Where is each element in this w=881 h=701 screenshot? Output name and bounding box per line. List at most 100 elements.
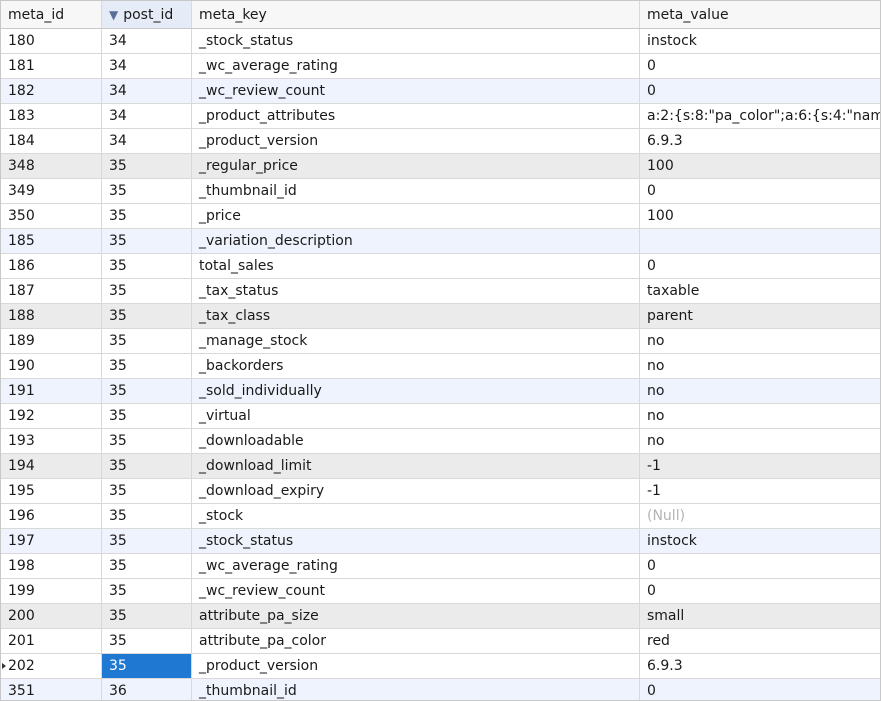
meta-value-cell[interactable]: 0 (640, 554, 880, 579)
meta-key-cell[interactable]: _thumbnail_id (192, 679, 640, 700)
column-header-post-id[interactable]: ▼ post_id (102, 1, 192, 28)
table-row[interactable]: 194 35 _download_limit -1 (1, 454, 880, 479)
post-id-cell[interactable]: 35 (102, 179, 192, 204)
post-id-cell[interactable]: 34 (102, 129, 192, 154)
meta-id-cell[interactable]: 349 (1, 179, 102, 204)
meta-key-cell[interactable]: _product_attributes (192, 104, 640, 129)
meta-key-cell[interactable]: _stock_status (192, 29, 640, 54)
meta-value-cell[interactable] (640, 229, 880, 254)
meta-key-cell[interactable]: _wc_average_rating (192, 54, 640, 79)
table-row[interactable]: 181 34 _wc_average_rating 0 (1, 54, 880, 79)
table-row[interactable]: 191 35 _sold_individually no (1, 379, 880, 404)
table-row[interactable]: 187 35 _tax_status taxable (1, 279, 880, 304)
meta-value-cell[interactable]: no (640, 429, 880, 454)
table-row[interactable]: 185 35 _variation_description (1, 229, 880, 254)
table-row[interactable]: 184 34 _product_version 6.9.3 (1, 129, 880, 154)
meta-value-cell[interactable]: -1 (640, 454, 880, 479)
post-id-cell[interactable]: 35 (102, 429, 192, 454)
table-row[interactable]: 183 34 _product_attributes a:2:{s:8:"pa_col… (1, 104, 880, 129)
meta-value-cell[interactable]: 0 (640, 54, 880, 79)
meta-value-cell[interactable]: 100 (640, 154, 880, 179)
table-row[interactable]: 202 35 _product_version 6.9.3 (1, 654, 880, 679)
table-row[interactable]: 180 34 _stock_status instock (1, 29, 880, 54)
post-id-cell[interactable]: 35 (102, 154, 192, 179)
table-row[interactable]: 186 35 total_sales 0 (1, 254, 880, 279)
meta-key-cell[interactable]: _manage_stock (192, 329, 640, 354)
post-id-cell[interactable]: 35 (102, 304, 192, 329)
meta-key-cell[interactable]: _stock_status (192, 529, 640, 554)
meta-key-cell[interactable]: _tax_status (192, 279, 640, 304)
table-row[interactable]: 348 35 _regular_price 100 (1, 154, 880, 179)
meta-value-cell[interactable]: small (640, 604, 880, 629)
post-id-cell[interactable]: 35 (102, 254, 192, 279)
meta-id-cell[interactable]: 188 (1, 304, 102, 329)
meta-value-cell[interactable]: a:2:{s:8:"pa_color";a:6:{s:4:"name"; (640, 104, 880, 129)
meta-id-cell[interactable]: 187 (1, 279, 102, 304)
meta-id-cell[interactable]: 189 (1, 329, 102, 354)
meta-value-cell[interactable]: parent (640, 304, 880, 329)
meta-key-cell[interactable]: _virtual (192, 404, 640, 429)
meta-id-cell[interactable]: 196 (1, 504, 102, 529)
table-row[interactable]: 182 34 _wc_review_count 0 (1, 79, 880, 104)
meta-value-cell[interactable]: 6.9.3 (640, 654, 880, 679)
post-id-cell[interactable]: 35 (102, 279, 192, 304)
meta-id-cell[interactable]: 193 (1, 429, 102, 454)
meta-value-cell[interactable]: (Null) (640, 504, 880, 529)
meta-id-cell[interactable]: 351 (1, 679, 102, 700)
meta-key-cell[interactable]: total_sales (192, 254, 640, 279)
meta-id-cell[interactable]: 192 (1, 404, 102, 429)
post-id-cell[interactable]: 35 (102, 479, 192, 504)
meta-key-cell[interactable]: _downloadable (192, 429, 640, 454)
table-row[interactable]: 188 35 _tax_class parent (1, 304, 880, 329)
table-row[interactable]: 201 35 attribute_pa_color red (1, 629, 880, 654)
post-id-cell[interactable]: 35 (102, 379, 192, 404)
table-row[interactable]: 200 35 attribute_pa_size small (1, 604, 880, 629)
meta-key-cell[interactable]: _tax_class (192, 304, 640, 329)
post-id-cell[interactable]: 35 (102, 654, 192, 679)
meta-id-cell[interactable]: 182 (1, 79, 102, 104)
meta-id-cell[interactable]: 198 (1, 554, 102, 579)
meta-key-cell[interactable]: _download_limit (192, 454, 640, 479)
meta-value-cell[interactable]: 100 (640, 204, 880, 229)
meta-value-cell[interactable]: red (640, 629, 880, 654)
meta-id-cell[interactable]: 201 (1, 629, 102, 654)
meta-key-cell[interactable]: _product_version (192, 654, 640, 679)
meta-id-cell[interactable]: 197 (1, 529, 102, 554)
table-row[interactable]: 198 35 _wc_average_rating 0 (1, 554, 880, 579)
meta-id-cell[interactable]: 200 (1, 604, 102, 629)
table-row[interactable]: 193 35 _downloadable no (1, 429, 880, 454)
table-row[interactable]: 195 35 _download_expiry -1 (1, 479, 880, 504)
post-id-cell[interactable]: 35 (102, 529, 192, 554)
meta-id-cell[interactable]: 186 (1, 254, 102, 279)
meta-key-cell[interactable]: _backorders (192, 354, 640, 379)
post-id-cell[interactable]: 34 (102, 79, 192, 104)
meta-id-cell[interactable]: 199 (1, 579, 102, 604)
meta-key-cell[interactable]: _download_expiry (192, 479, 640, 504)
meta-value-cell[interactable]: 0 (640, 179, 880, 204)
meta-value-cell[interactable]: no (640, 404, 880, 429)
post-id-cell[interactable]: 35 (102, 404, 192, 429)
post-id-cell[interactable]: 35 (102, 354, 192, 379)
table-row[interactable]: 349 35 _thumbnail_id 0 (1, 179, 880, 204)
post-id-cell[interactable]: 35 (102, 454, 192, 479)
post-id-cell[interactable]: 35 (102, 554, 192, 579)
meta-id-cell[interactable]: 185 (1, 229, 102, 254)
filter-icon[interactable]: ▼ (109, 1, 118, 28)
post-id-cell[interactable]: 35 (102, 204, 192, 229)
meta-key-cell[interactable]: attribute_pa_size (192, 604, 640, 629)
meta-value-cell[interactable]: 0 (640, 79, 880, 104)
meta-key-cell[interactable]: attribute_pa_color (192, 629, 640, 654)
table-row[interactable]: 197 35 _stock_status instock (1, 529, 880, 554)
post-id-cell[interactable]: 35 (102, 229, 192, 254)
meta-key-cell[interactable]: _stock (192, 504, 640, 529)
meta-key-cell[interactable]: _sold_individually (192, 379, 640, 404)
meta-key-cell[interactable]: _wc_review_count (192, 79, 640, 104)
meta-id-cell[interactable]: 183 (1, 104, 102, 129)
meta-value-cell[interactable]: no (640, 329, 880, 354)
post-id-cell[interactable]: 34 (102, 104, 192, 129)
post-id-cell[interactable]: 34 (102, 54, 192, 79)
meta-key-cell[interactable]: _regular_price (192, 154, 640, 179)
meta-id-cell[interactable]: 180 (1, 29, 102, 54)
meta-value-cell[interactable]: taxable (640, 279, 880, 304)
meta-value-cell[interactable]: 0 (640, 579, 880, 604)
